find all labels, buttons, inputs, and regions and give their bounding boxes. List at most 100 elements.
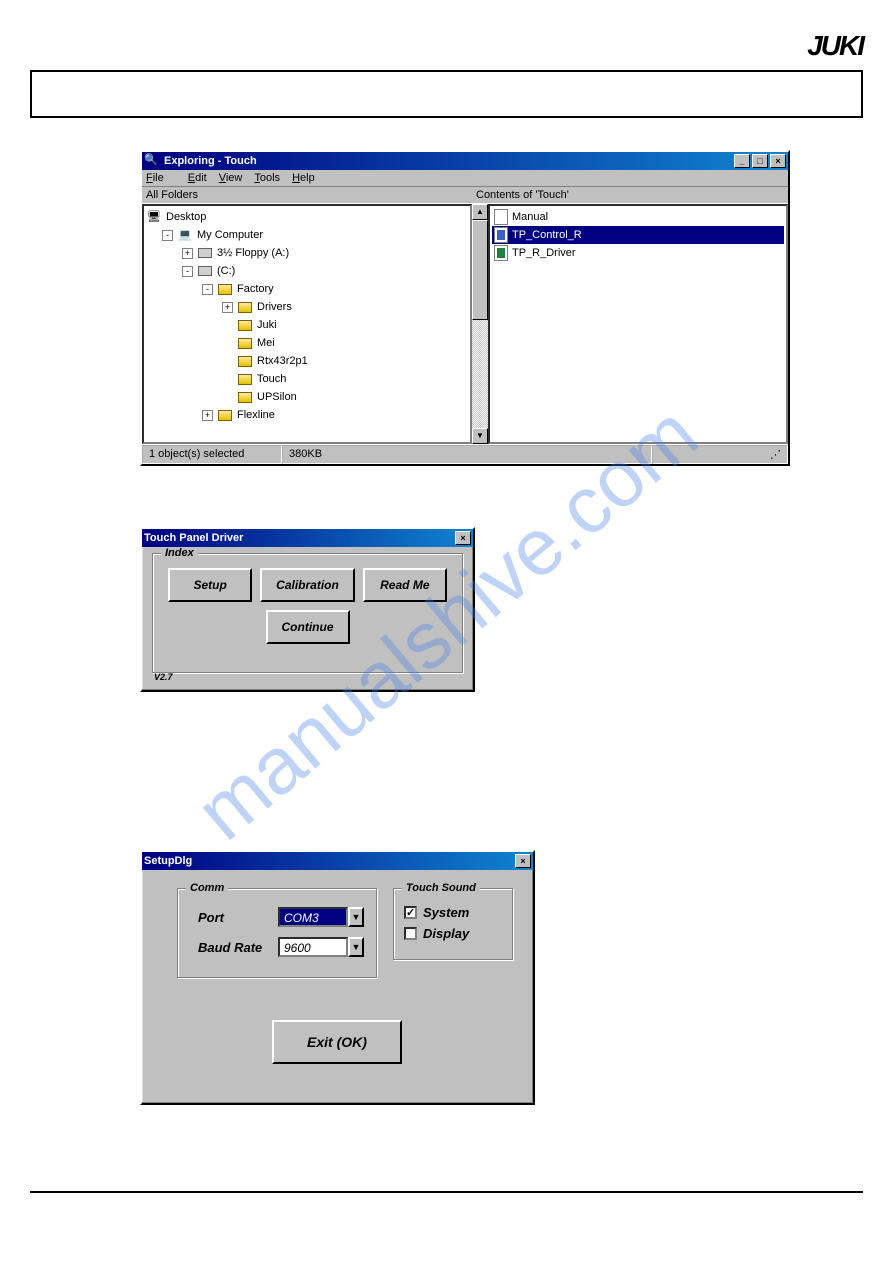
tree-factory[interactable]: - Factory xyxy=(146,280,468,298)
scroll-thumb[interactable] xyxy=(472,220,488,320)
tree-touch[interactable]: Touch xyxy=(146,370,468,388)
setup-dialog: SetupDlg × Comm Port COM3 ▼ Baud Rate 96… xyxy=(140,850,535,1105)
status-grip[interactable]: ⋰ xyxy=(652,445,788,464)
tree-label: Rtx43r2p1 xyxy=(257,352,308,370)
tree-cdrive[interactable]: - (C:) xyxy=(146,262,468,280)
collapse-icon[interactable]: - xyxy=(182,266,193,277)
system-checkbox-row[interactable]: ✓ System xyxy=(404,905,502,920)
program-icon xyxy=(494,227,508,243)
scroll-down-icon[interactable]: ▼ xyxy=(472,428,488,444)
port-value[interactable]: COM3 xyxy=(278,907,348,927)
contents-header: Contents of 'Touch' xyxy=(472,186,788,204)
setupdlg-titlebar[interactable]: SetupDlg × xyxy=(142,852,533,870)
tree-label: UPSilon xyxy=(257,388,297,406)
folder-icon xyxy=(238,338,252,349)
tree-desktop[interactable]: 🖥Desktop xyxy=(146,208,468,226)
expand-icon[interactable]: + xyxy=(202,410,213,421)
explorer-titlebar[interactable]: 🔍 Exploring - Touch _ □ × xyxy=(142,152,788,170)
file-label: Manual xyxy=(512,211,548,223)
file-label: TP_R_Driver xyxy=(512,247,576,259)
tree-label: Factory xyxy=(237,280,274,298)
baud-label: Baud Rate xyxy=(198,940,278,955)
exit-ok-button[interactable]: Exit (OK) xyxy=(272,1020,402,1064)
file-tp-driver[interactable]: TP_R_Driver xyxy=(492,244,784,262)
tree-flexline[interactable]: +Flexline xyxy=(146,406,468,424)
footer-divider xyxy=(30,1191,863,1193)
system-label: System xyxy=(423,905,469,920)
section-header-box xyxy=(30,70,863,118)
floppy-icon xyxy=(198,248,212,258)
tree-label: Juki xyxy=(257,316,277,334)
tree-floppy[interactable]: +3½ Floppy (A:) xyxy=(146,244,468,262)
index-label: Index xyxy=(161,547,198,559)
touch-sound-groupbox: Touch Sound ✓ System Display xyxy=(393,888,513,960)
close-button[interactable]: × xyxy=(455,531,471,545)
tree-label: My Computer xyxy=(197,226,263,244)
menu-file[interactable]: File xyxy=(146,172,176,184)
checkbox-checked-icon[interactable]: ✓ xyxy=(404,906,417,919)
scroll-up-icon[interactable]: ▲ xyxy=(472,204,488,220)
juki-logo: JUKI xyxy=(807,30,863,62)
collapse-icon[interactable]: - xyxy=(162,230,173,241)
status-selected: 1 object(s) selected xyxy=(142,445,282,464)
expand-icon[interactable]: + xyxy=(222,302,233,313)
minimize-button[interactable]: _ xyxy=(734,154,750,168)
folder-open-icon xyxy=(238,374,252,385)
tree-label: Drivers xyxy=(257,298,292,316)
tree-label: (C:) xyxy=(217,262,235,280)
tree-label: Mei xyxy=(257,334,275,352)
tree-mei[interactable]: Mei xyxy=(146,334,468,352)
display-label: Display xyxy=(423,926,469,941)
computer-icon: 💻 xyxy=(177,228,193,242)
setup-button[interactable]: Setup xyxy=(168,568,252,602)
close-button[interactable]: × xyxy=(515,854,531,868)
menu-edit[interactable]: Edit xyxy=(188,172,207,184)
tree-label: Touch xyxy=(257,370,286,388)
driver-icon xyxy=(494,245,508,261)
maximize-button[interactable]: □ xyxy=(752,154,768,168)
tree-juki[interactable]: Juki xyxy=(146,316,468,334)
touch-panel-driver-dialog: Touch Panel Driver × Index Setup Calibra… xyxy=(140,527,475,692)
file-label: TP_Control_R xyxy=(512,229,582,241)
folder-icon xyxy=(238,392,252,403)
expand-icon[interactable]: + xyxy=(182,248,193,259)
comm-label: Comm xyxy=(186,882,228,894)
tree-label: Desktop xyxy=(166,208,206,226)
collapse-icon[interactable]: - xyxy=(202,284,213,295)
menu-view[interactable]: View xyxy=(219,172,243,184)
baud-combobox[interactable]: 9600 ▼ xyxy=(278,937,364,957)
readme-button[interactable]: Read Me xyxy=(363,568,447,602)
tree-drivers[interactable]: + Drivers xyxy=(146,298,468,316)
version-label: V2.7 xyxy=(154,672,173,682)
folder-icon xyxy=(238,356,252,367)
calibration-button[interactable]: Calibration xyxy=(260,568,355,602)
setupdlg-title: SetupDlg xyxy=(144,855,192,867)
tree-upsilon[interactable]: UPSilon xyxy=(146,388,468,406)
tree-rtx[interactable]: Rtx43r2p1 xyxy=(146,352,468,370)
all-folders-header: All Folders xyxy=(142,186,472,204)
continue-button[interactable]: Continue xyxy=(266,610,350,644)
dropdown-icon[interactable]: ▼ xyxy=(348,907,364,927)
checkbox-unchecked-icon[interactable] xyxy=(404,927,417,940)
baud-value[interactable]: 9600 xyxy=(278,937,348,957)
file-list-pane[interactable]: Manual TP_Control_R TP_R_Driver xyxy=(488,204,788,444)
touch-sound-label: Touch Sound xyxy=(402,882,480,894)
menu-tools[interactable]: Tools xyxy=(254,172,280,184)
file-manual[interactable]: Manual xyxy=(492,208,784,226)
menu-help[interactable]: Help xyxy=(292,172,315,184)
explorer-title: Exploring - Touch xyxy=(164,155,257,167)
folder-tree-pane[interactable]: 🖥Desktop -💻My Computer +3½ Floppy (A:) -… xyxy=(142,204,472,444)
tree-scrollbar[interactable]: ▲ ▼ xyxy=(472,204,488,444)
folder-icon xyxy=(238,302,252,313)
file-tp-control[interactable]: TP_Control_R xyxy=(492,226,784,244)
explorer-window: 🔍 Exploring - Touch _ □ × File Edit View… xyxy=(140,150,790,466)
tree-mycomputer[interactable]: -💻 My Computer xyxy=(146,226,468,244)
port-combobox[interactable]: COM3 ▼ xyxy=(278,907,364,927)
display-checkbox-row[interactable]: Display xyxy=(404,926,502,941)
close-button[interactable]: × xyxy=(770,154,786,168)
tpdriver-title: Touch Panel Driver xyxy=(144,532,243,544)
dropdown-icon[interactable]: ▼ xyxy=(348,937,364,957)
tree-label: 3½ Floppy (A:) xyxy=(217,244,289,262)
tpdriver-titlebar[interactable]: Touch Panel Driver × xyxy=(142,529,473,547)
explorer-menubar: File Edit View Tools Help xyxy=(142,170,788,186)
